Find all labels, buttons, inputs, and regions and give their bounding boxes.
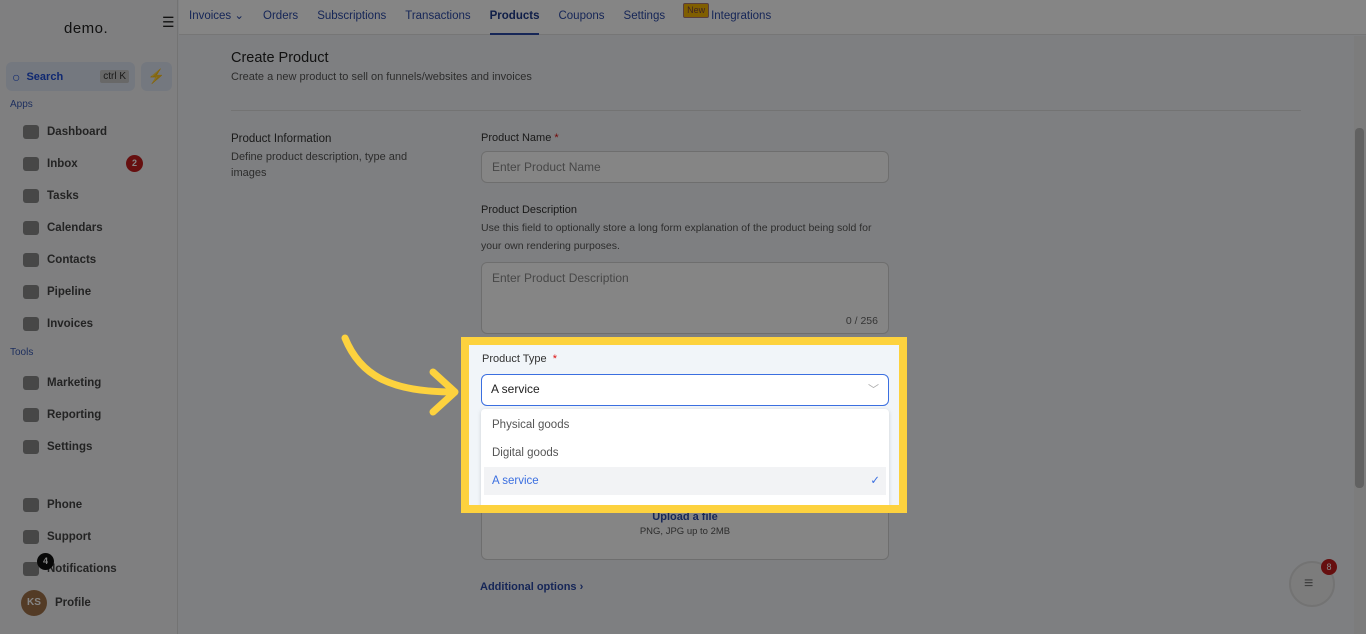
product-type-label: Product Type * [482,353,558,365]
product-type-menu: Physical goods Digital goods A service ✓ [481,409,889,505]
option-digital-goods[interactable]: Digital goods [484,439,886,467]
highlight-product-type: Product Type * A service ﹀ Physical goods… [461,337,907,513]
product-type-select[interactable]: A service ﹀ [481,374,889,406]
option-a-service[interactable]: A service ✓ [484,467,886,495]
pointer-arrow-icon [341,334,459,416]
chevron-down-icon: ﹀ [868,384,879,396]
option-physical-goods[interactable]: Physical goods [484,411,886,439]
dim-overlay [0,0,1366,634]
check-icon: ✓ [870,475,880,487]
